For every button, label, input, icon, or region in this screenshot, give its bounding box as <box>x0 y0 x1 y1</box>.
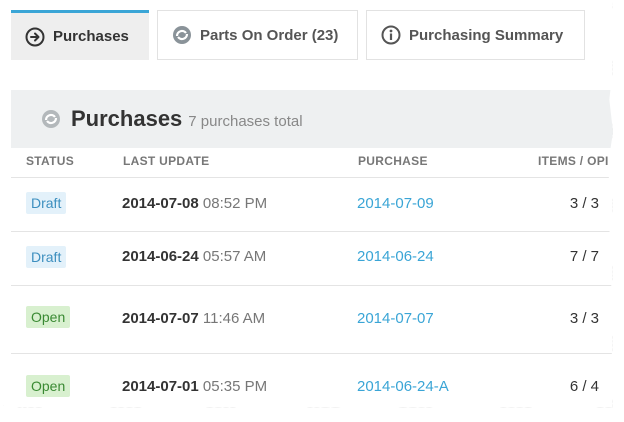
tab-parts-on-order[interactable]: Parts On Order (23) <box>157 10 358 60</box>
items-count: 3 / 3 <box>569 195 599 212</box>
tab-summary-label: Purchasing Summary <box>409 26 564 44</box>
arrow-circle-icon <box>25 27 45 47</box>
info-icon <box>381 25 401 45</box>
last-update: 2014-07-08 08:52 PM <box>122 195 267 212</box>
update-date: 2014-07-01 <box>122 378 199 395</box>
items-count: 3 / 3 <box>569 310 599 327</box>
table-row[interactable]: Open 2014-07-07 11:46 AM 2014-07-07 3 / … <box>11 285 613 354</box>
items-count: 6 / 4 <box>569 378 599 395</box>
purchase-link[interactable]: 2014-07-07 <box>357 310 434 327</box>
status-badge: Draft <box>26 192 67 214</box>
tab-purchasing-summary[interactable]: Purchasing Summary <box>366 10 585 60</box>
column-header-status[interactable]: STATUS <box>26 154 74 168</box>
status-badge: Open <box>26 306 71 328</box>
purchase-link[interactable]: 2014-06-24 <box>357 248 434 265</box>
update-date: 2014-07-08 <box>122 195 199 212</box>
refresh-icon <box>172 25 192 45</box>
update-time: 05:35 PM <box>202 378 268 395</box>
column-header-purchase[interactable]: PURCHASE <box>358 154 428 168</box>
purchase-link[interactable]: 2014-07-09 <box>357 195 434 212</box>
purchases-panel: Purchases Parts On Order (23) Purchasing… <box>3 2 613 408</box>
refresh-icon <box>41 109 61 129</box>
tab-bar: Purchases Parts On Order (23) Purchasing… <box>3 2 613 64</box>
tab-purchases-label: Purchases <box>53 28 129 45</box>
section-title: Purchases <box>71 106 183 131</box>
last-update: 2014-07-07 11:46 AM <box>122 310 265 327</box>
items-count: 7 / 7 <box>569 248 599 265</box>
update-time: 08:52 PM <box>202 195 268 212</box>
table-row[interactable]: Draft 2014-06-24 05:57 AM 2014-06-24 7 /… <box>11 231 613 286</box>
status-badge: Draft <box>26 246 67 268</box>
table-row[interactable]: Draft 2014-07-08 08:52 PM 2014-07-09 3 /… <box>11 177 613 231</box>
purchase-count: 7 purchases total <box>188 112 303 130</box>
update-date: 2014-06-24 <box>122 248 199 265</box>
update-date: 2014-07-07 <box>122 310 199 327</box>
last-update: 2014-07-01 05:35 PM <box>122 378 267 395</box>
last-update: 2014-06-24 05:57 AM <box>122 248 266 265</box>
tab-purchases[interactable]: Purchases <box>11 10 149 60</box>
column-header-last-update[interactable]: LAST UPDATE <box>123 154 209 168</box>
update-time: 11:46 AM <box>202 310 266 327</box>
section-header: Purchases 7 purchases total <box>11 90 613 148</box>
purchase-link[interactable]: 2014-06-24-A <box>357 378 449 395</box>
column-header-items[interactable]: ITEMS / OPI <box>538 154 609 168</box>
table-row[interactable]: Open 2014-07-01 05:35 PM 2014-06-24-A 6 … <box>11 353 613 408</box>
status-badge: Open <box>26 375 71 397</box>
update-time: 05:57 AM <box>202 248 267 265</box>
tab-parts-label: Parts On Order (23) <box>200 26 339 44</box>
